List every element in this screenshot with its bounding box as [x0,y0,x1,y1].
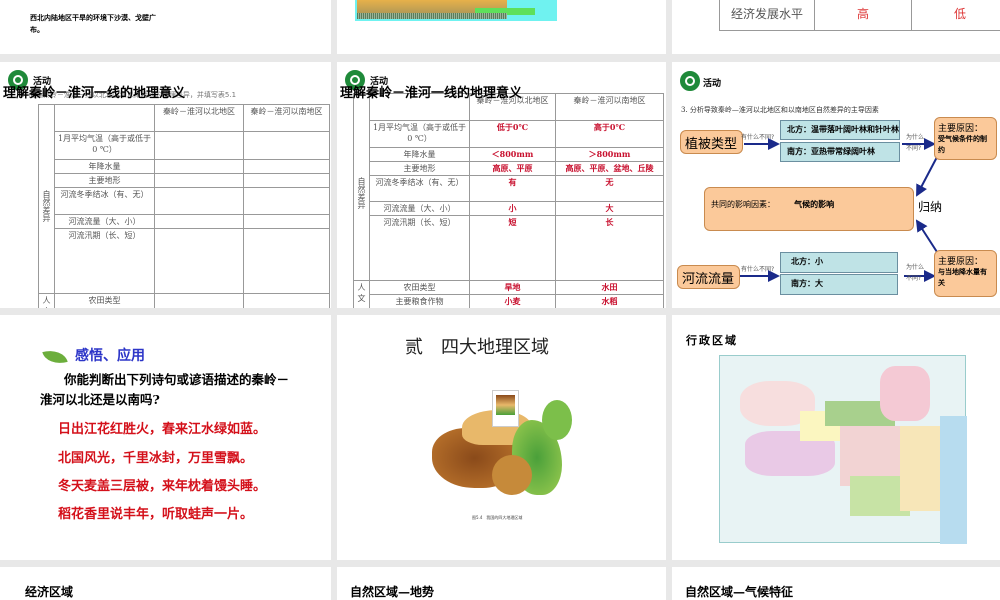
row-label: 河流汛期（长、短） [54,228,155,294]
slide-thumbnail[interactable]: 自然区域—气候特征 [672,567,1000,600]
north-value: 小麦 [469,294,556,308]
poem-line: 冬天麦盖三层被，来年枕着馒头睡。 [58,479,267,494]
north-value: 旱地 [469,280,556,295]
comparison-table: 自然差异 秦岭－淮河以北地区 秦岭－淮河以南地区 1月平均气温（高于或低于0 ℃… [38,104,330,308]
table-cell: 低 [911,0,1000,31]
leaf-icon [42,346,68,368]
south-value: 长 [555,215,664,281]
slide-title: 经济区域 [25,585,74,599]
row-label: 河流冬季结冰（有、无） [369,175,470,202]
north-value: 低于0℃ [469,120,556,148]
row-label: 1月平均气温（高于或低于0 ℃） [369,120,470,148]
terrain-image [355,0,557,21]
south-value: 大 [555,201,664,216]
section-heading: 感悟、应用 [75,348,145,364]
slide-title: 贰 四大地理区域 [405,337,549,358]
slide-title: 自然区域—地势 [350,585,435,599]
poem-line: 北国风光，千里冰封，万里雪飘。 [58,451,254,466]
slide-title: 行政区域 [686,334,738,347]
row-label: 河流冬季结冰（有、无） [54,187,155,215]
south-value: 高于0℃ [555,120,664,148]
north-value: 小 [469,201,556,216]
column-header: 秦岭－淮河以南地区 [555,93,664,121]
north-value: 有 [469,175,556,202]
south-value: 水田 [555,280,664,295]
row-label: 主要地形 [54,173,155,188]
river-box: 河流流量 [677,265,740,289]
table-cell: 经济发展水平 [719,0,815,31]
row-label: 河流汛期（长、短） [369,215,470,281]
slide-thumbnail[interactable]: 经济区域 [0,567,331,600]
reason-title: 主要原因： [938,124,984,134]
column-header: 秦岭－淮河以南地区 [243,104,330,132]
river-south-box: 南方：大 [780,274,898,295]
reason-title: 主要原因： [938,257,984,267]
poem-line: 稻花香里说丰年，听取蛙声一片。 [58,507,254,522]
map-caption: 图5.4 我国的四大地理区域 [472,515,523,520]
south-value: 无 [555,175,664,202]
slide-thumbnail[interactable]: 自然区域—地势 [337,567,666,600]
row-label: 河流流量（大、小） [369,201,470,216]
row-label: 1月平均气温（高于或低于0 ℃） [54,131,155,160]
row-label: 农田类型 [54,293,155,308]
slide-thumbnail[interactable] [337,0,666,54]
vegetation-box: 植被类型 [680,130,743,154]
north-value: 高原、平原 [469,161,556,176]
row-label: 年降水量 [54,159,155,174]
slide-thumbnail[interactable]: 活动 自然差异 秦岭－淮河以北地区 秦岭－淮河以南地区 1月平均气温（高于或低于… [337,62,666,308]
column-header: 秦岭－淮河以北地区 [154,104,244,132]
summary-label: 归纳 [918,200,943,214]
group-label: 自然差异 [38,104,55,294]
slide-title: 理解秦岭－淮河一线的地理意义 [340,86,523,101]
comparison-table: 自然差异 秦岭－淮河以北地区 秦岭－淮河以南地区 1月平均气温（高于或低于0 ℃… [353,93,664,308]
slide-title: 自然区域—气候特征 [685,585,794,599]
row-label: 主要地形 [369,161,470,176]
why-label: 为什么不同? [906,134,925,152]
south-value: ＞800mm [555,147,664,162]
row-label: 农田类型 [369,280,470,295]
slide-thumbnail[interactable]: 活动 1. 阅读秦岭－淮河一线以北地区和以南地区的地理差异，并填写表5.1 理解… [0,62,331,308]
slide-title: 理解秦岭－淮河一线的地理意义 [3,86,186,101]
common-value: 气候的影响 [794,200,835,209]
map-legend [492,390,519,427]
common-factor-box: 共同的影响因素： 气候的影响 [704,187,914,231]
question-text: 你能判断出下列诗句或谚语描述的秦岭－淮河以北还是以南吗? [40,372,290,407]
question-label: 有什么不同? [741,266,775,273]
north-value: ＜800mm [469,147,556,162]
slide-thumbnail[interactable]: 经济发展水平 高 低 [672,0,1000,54]
table-cell: 高 [814,0,912,31]
slide-thumbnail[interactable]: 感悟、应用 你能判断出下列诗句或谚语描述的秦岭－淮河以北还是以南吗? 日出江花红… [0,315,331,560]
veg-south-box: 南方：亚热带常绿阔叶林 [780,142,900,162]
question-label: 有什么不同? [741,134,775,141]
river-north-box: 北方：小 [780,252,898,273]
slide-thumbnail[interactable]: 行政区域 [672,315,1000,560]
reason-text: 与当地降水量有关 [938,268,987,287]
veg-north-box: 北方：温带落叶阔叶林和针叶林 [780,120,900,140]
group-label: 人文 [38,293,55,308]
reason-text: 受气候条件的制约 [938,135,987,154]
slide-thumbnail[interactable]: 西北内陆地区干旱的环境下沙漠、戈壁广布。 [0,0,331,54]
group-label: 自然差异 [353,93,370,281]
row-label: 河流流量（大、小） [54,214,155,229]
north-value: 短 [469,215,556,281]
poem-line: 日出江花红胜火，春来江水绿如蓝。 [58,422,267,437]
common-label: 共同的影响因素： [711,200,775,209]
row-label: 年降水量 [369,147,470,162]
reason-box-1: 主要原因： 受气候条件的制约 [934,117,997,160]
why-label: 为什么不同? [906,264,925,282]
slide-thumbnail[interactable]: 贰 四大地理区域 图5.4 我国的四大地理区域 [337,315,666,560]
group-label: 人文 [353,280,370,308]
south-value: 高原、平原、盆地、丘陵 [555,161,664,176]
south-value: 水稻 [555,294,664,308]
slide-text: 西北内陆地区干旱的环境下沙漠、戈壁广布。 [30,13,156,34]
row-label: 主要粮食作物 [369,294,470,308]
slide-thumbnail[interactable]: 活动 3. 分析导致秦岭—淮河以北地区和以南地区自然差异的主导因素 植被类型 有… [672,62,1000,308]
china-admin-map [719,355,967,544]
reason-box-2: 主要原因： 与当地降水量有关 [934,250,997,297]
